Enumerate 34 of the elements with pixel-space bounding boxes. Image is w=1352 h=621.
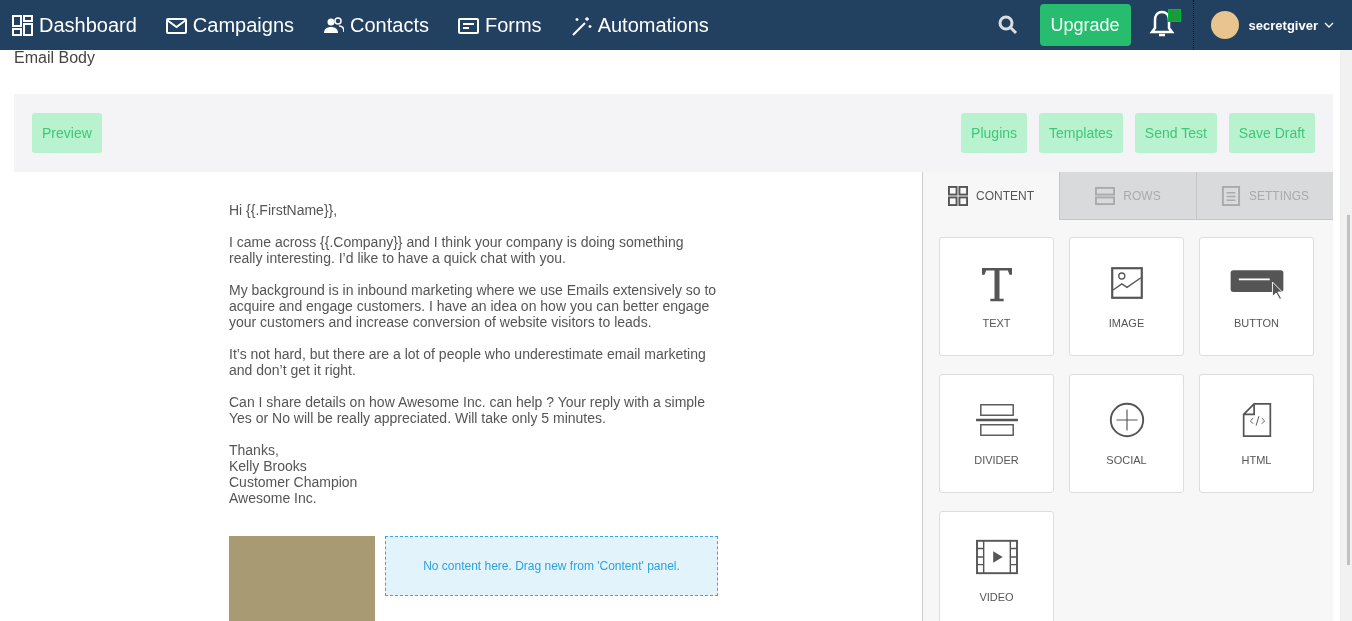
content-block[interactable]: SOCIAL [1069, 374, 1184, 493]
email-paragraph: My background is in inbound marketing where we use Emails extensively so to acquire and engage customers. I have an idea on how you can better engage your customers and increase conversion of website visitors to leads. [229, 282, 718, 330]
content-block[interactable]: DIVIDER [939, 374, 1054, 493]
nav-link[interactable]: Forms [457, 13, 542, 37]
bell-icon[interactable] [1148, 9, 1175, 39]
email-paragraph: Hi {{.FirstName}}, [229, 202, 339, 218]
email-paragraph: Can I share details on how Awesome Inc. can help ? Your reply with a simple Yes or No will be really appreciated. Will take only 5 minutes. [229, 394, 706, 426]
signature-line: Thanks, [229, 442, 280, 458]
nav-link[interactable]: Dashboard [12, 13, 137, 37]
content-block[interactable]: IMAGE [1069, 237, 1184, 356]
signature-line: Kelly Brooks [229, 458, 308, 474]
user-menu[interactable]: secretgiver [1248, 17, 1334, 33]
avatar[interactable] [1210, 11, 1239, 39]
dashboard-icon [12, 14, 33, 36]
signature-line: Customer Champion [229, 474, 359, 490]
content-block[interactable]: TEXT [939, 237, 1054, 356]
document-icon [1221, 185, 1241, 206]
nav-link[interactable]: Contacts [323, 13, 429, 37]
search-icon[interactable] [997, 15, 1018, 35]
section-title: Email Body [13, 50, 96, 68]
grid-icon [948, 186, 968, 206]
nav-link[interactable]: Automations [570, 13, 709, 37]
caret-icon [1324, 21, 1334, 29]
email-paragraph: I came across {{.Company}} and I think your company is doing something really interesting. I’d like to have a quick chat with you. [229, 234, 685, 266]
content-block[interactable]: VIDEO [939, 511, 1054, 621]
people-icon [323, 14, 344, 36]
email-paragraph: It’s not hard, but there are a lot of people who underestimate email marketing and don’t get it right. [229, 346, 707, 378]
signature-line: Awesome Inc. [229, 490, 318, 506]
magic-wand-icon [570, 14, 592, 36]
content-block[interactable]: BUTTON [1199, 237, 1314, 356]
nav-link[interactable]: Campaigns [165, 13, 294, 37]
content-block[interactable]: HTML [1199, 374, 1314, 493]
rows-icon [1095, 185, 1116, 206]
scrollbar[interactable] [1340, 50, 1352, 621]
